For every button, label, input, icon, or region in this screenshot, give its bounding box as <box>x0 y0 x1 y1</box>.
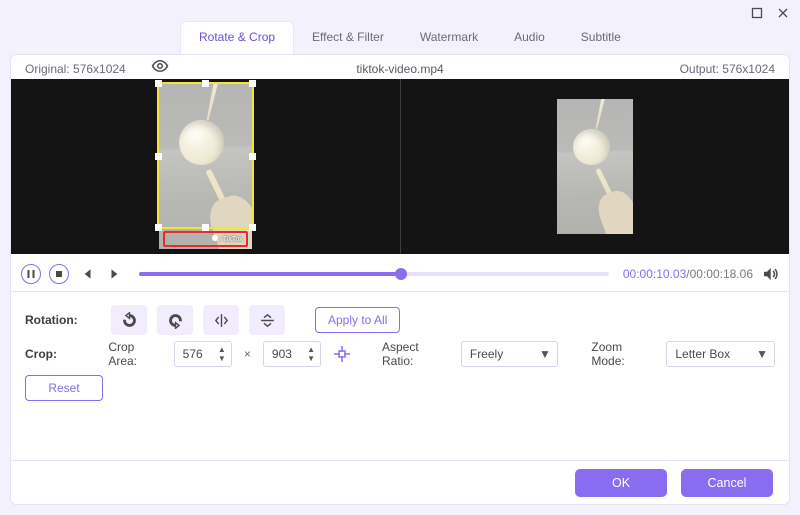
times-symbol: × <box>242 347 253 361</box>
tab-audio[interactable]: Audio <box>496 22 563 54</box>
close-button[interactable] <box>776 6 790 20</box>
video-preview-area: ♪ TikTok <box>11 79 789 254</box>
apply-to-all-button[interactable]: Apply to All <box>315 307 400 333</box>
chevron-down-icon: ▼ <box>756 347 768 361</box>
separator <box>11 291 789 292</box>
aspect-ratio-select[interactable]: Freely ▼ <box>461 341 558 367</box>
crop-handle-rc[interactable] <box>249 153 256 160</box>
crop-handle-lc[interactable] <box>155 153 162 160</box>
tab-subtitle[interactable]: Subtitle <box>563 22 639 54</box>
next-frame-button[interactable] <box>105 264 125 284</box>
maximize-button[interactable] <box>750 6 764 20</box>
pause-button[interactable] <box>21 264 41 284</box>
crop-label: Crop: <box>25 347 98 361</box>
flip-horizontal-button[interactable] <box>203 305 239 335</box>
tabs-bar: Rotate & Crop Effect & Filter Watermark … <box>0 22 800 54</box>
playback-bar: 00:00:10.03/00:00:18.06 <box>11 259 789 289</box>
crop-height-stepper[interactable]: ▲▼ <box>263 341 321 367</box>
tab-effect-filter[interactable]: Effect & Filter <box>294 22 402 54</box>
output-frame <box>557 99 633 234</box>
zoom-mode-label: Zoom Mode: <box>591 340 656 368</box>
info-row: Original: 576x1024 tiktok-video.mp4 Outp… <box>11 55 789 77</box>
crop-handle-br[interactable] <box>249 224 256 231</box>
height-down-icon[interactable]: ▼ <box>304 354 318 363</box>
timeline-slider[interactable] <box>139 272 609 276</box>
titlebar <box>0 0 800 22</box>
crop-handle-tl[interactable] <box>155 80 162 87</box>
time-display: 00:00:10.03/00:00:18.06 <box>623 267 753 281</box>
center-crop-icon[interactable] <box>331 343 352 365</box>
zoom-mode-select[interactable]: Letter Box ▼ <box>666 341 775 367</box>
controls-area: Rotation: Apply to All Crop: Crop Ar <box>25 303 775 401</box>
height-up-icon[interactable]: ▲ <box>304 345 318 354</box>
volume-icon[interactable] <box>761 265 779 283</box>
filename-label: tiktok-video.mp4 <box>11 58 789 80</box>
aspect-ratio-value: Freely <box>470 347 503 361</box>
zoom-mode-value: Letter Box <box>675 347 730 361</box>
output-dimensions: Output: 576x1024 <box>680 58 775 80</box>
chevron-down-icon: ▼ <box>539 347 551 361</box>
crop-handle-bc[interactable] <box>202 224 209 231</box>
rotation-row: Rotation: Apply to All <box>25 303 775 337</box>
rotate-cw-button[interactable] <box>157 305 193 335</box>
current-time: 00:00:10.03 <box>623 267 686 281</box>
stop-button[interactable] <box>49 264 69 284</box>
width-down-icon[interactable]: ▼ <box>215 354 229 363</box>
width-up-icon[interactable]: ▲ <box>215 345 229 354</box>
crop-handle-tr[interactable] <box>249 80 256 87</box>
prev-frame-button[interactable] <box>77 264 97 284</box>
editor-window: Rotate & Crop Effect & Filter Watermark … <box>0 0 800 515</box>
source-preview[interactable]: ♪ TikTok <box>11 79 400 254</box>
tab-watermark[interactable]: Watermark <box>402 22 496 54</box>
cancel-button[interactable]: Cancel <box>681 469 773 497</box>
crop-area-label: Crop Area: <box>108 340 163 368</box>
crop-width-stepper[interactable]: ▲▼ <box>174 341 232 367</box>
rotation-label: Rotation: <box>25 313 101 327</box>
crop-handle-bl[interactable] <box>155 224 162 231</box>
watermark-highlight: ♪ TikTok <box>163 231 248 247</box>
rotate-ccw-button[interactable] <box>111 305 147 335</box>
timeline-progress <box>139 272 397 276</box>
tiktok-note-icon <box>212 235 218 241</box>
flip-vertical-button[interactable] <box>249 305 285 335</box>
crop-width-input[interactable] <box>181 346 213 362</box>
tab-rotate-crop[interactable]: Rotate & Crop <box>180 21 294 54</box>
crop-handle-tc[interactable] <box>202 80 209 87</box>
aspect-ratio-label: Aspect Ratio: <box>382 340 451 368</box>
output-preview[interactable] <box>401 79 790 254</box>
reset-button[interactable]: Reset <box>25 375 103 401</box>
duration-time: 00:00:18.06 <box>690 267 753 281</box>
crop-row: Crop: Crop Area: ▲▼ × ▲▼ Aspect Ratio: F… <box>25 337 775 371</box>
footer: OK Cancel <box>11 460 789 504</box>
ok-button[interactable]: OK <box>575 469 667 497</box>
crop-height-input[interactable] <box>270 346 302 362</box>
crop-rectangle[interactable] <box>157 82 254 229</box>
watermark-text: ♪ TikTok <box>217 236 242 243</box>
main-panel: Original: 576x1024 tiktok-video.mp4 Outp… <box>10 54 790 505</box>
timeline-thumb[interactable] <box>395 268 407 280</box>
